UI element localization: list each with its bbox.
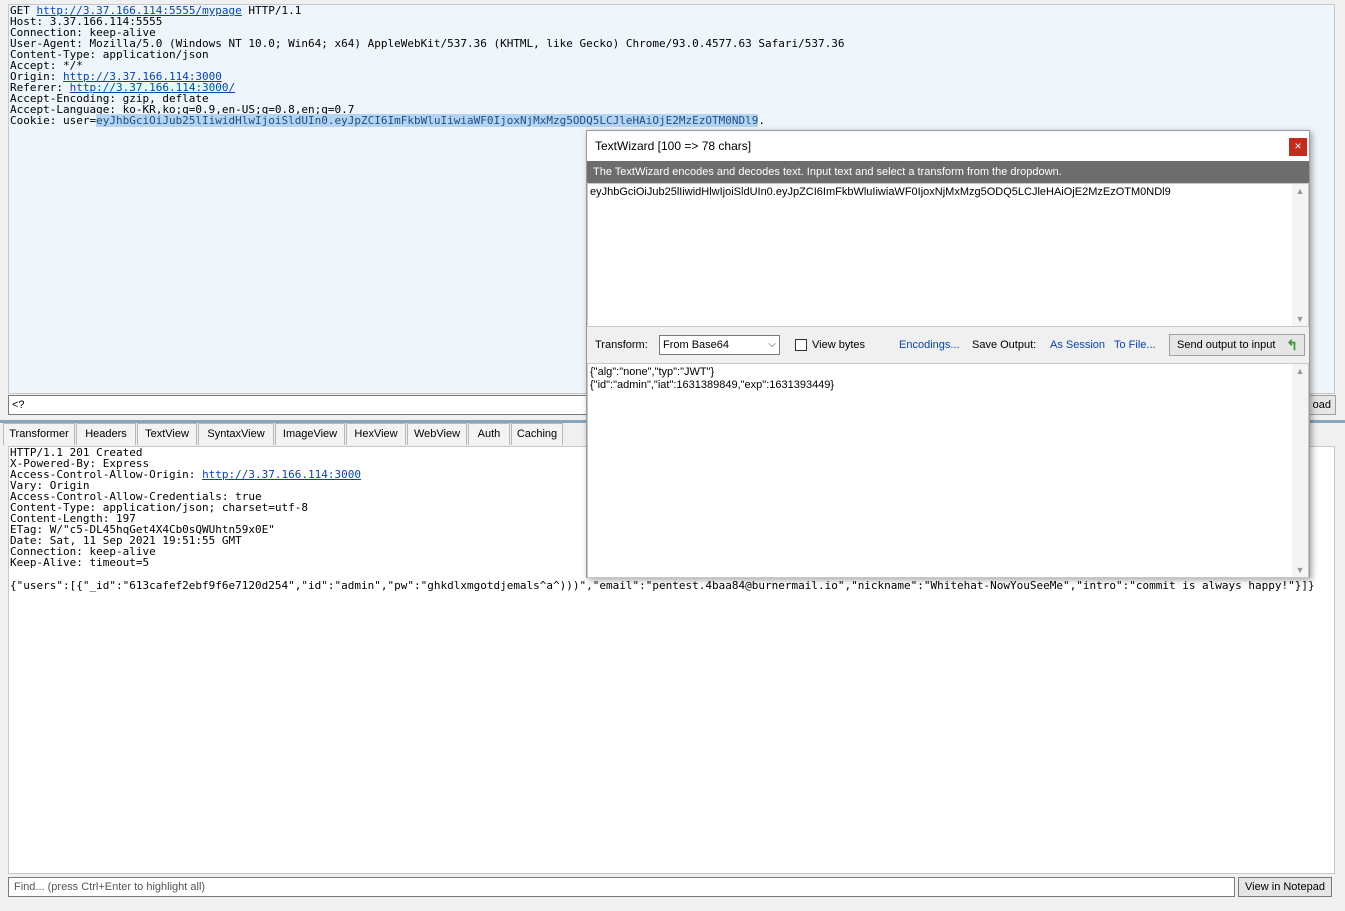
response-line-text: Keep-Alive: timeout=5 [10,556,150,569]
scroll-up-icon[interactable]: ▲ [1292,184,1308,198]
tab-syntaxview[interactable]: SyntaxView [198,423,274,445]
close-icon[interactable]: × [1289,138,1307,156]
textwizard-input[interactable]: eyJhbGciOiJub25lIiwidHlwIjoiSldUIn0.eyJp… [587,183,1309,327]
textwizard-output[interactable]: {"alg":"none","typ":"JWT"} {"id":"admin",… [587,363,1309,578]
scroll-down-icon[interactable]: ▼ [1292,563,1308,577]
response-line-link[interactable]: http://3.37.166.114:3000 [202,468,361,481]
transform-label: Transform: [595,339,648,351]
encodings-link[interactable]: Encodings... [899,338,960,352]
output-line: {"id":"admin","iat":1631389849,"exp":163… [590,379,835,391]
cookie-suffix: . [758,114,765,127]
request-line: Host: 3.37.166.114:5555 [9,16,1334,27]
textwizard-output-lines: {"alg":"none","typ":"JWT"} {"id":"admin",… [590,366,1306,392]
tab-auth[interactable]: Auth [468,423,510,445]
tab-hexview[interactable]: HexView [346,423,406,445]
tab-headers[interactable]: Headers [76,423,136,445]
view-bytes-checkbox[interactable] [795,339,807,351]
cookie-selected-text[interactable]: eyJhbGciOiJub25lIiwidHlwIjoiSldUIn0.eyJp… [96,114,759,127]
transform-select[interactable]: From Base64 ⌵ [659,335,780,355]
send-output-label: Send output to input [1177,339,1276,351]
request-cookie-line: Cookie: user=eyJhbGciOiJub25lIiwidHlwIjo… [9,114,1334,127]
send-output-to-input-button[interactable]: Send output to input ↰ [1169,334,1305,356]
transform-value: From Base64 [663,339,730,351]
tab-caching[interactable]: Caching [511,423,563,445]
scroll-down-icon[interactable]: ▼ [1292,312,1308,326]
view-bytes-label: View bytes [812,339,865,351]
bottom-find-input[interactable]: Find... (press Ctrl+Enter to highlight a… [8,877,1235,897]
as-session-link[interactable]: As Session [1050,338,1105,352]
textwizard-description: The TextWizard encodes and decodes text.… [587,161,1309,183]
request-line: Content-Type: application/json [9,49,1334,60]
request-line: GET http://3.37.166.114:5555/mypage HTTP… [9,5,1334,16]
arrow-return-icon: ↰ [1286,337,1298,353]
request-lines: GET http://3.37.166.114:5555/mypage HTTP… [9,5,1334,115]
chevron-down-icon: ⌵ [768,339,776,350]
output-line: {"alg":"none","typ":"JWT"} [590,366,715,378]
output-scrollbar[interactable]: ▲ ▼ [1292,364,1308,577]
to-file-link[interactable]: To File... [1114,338,1156,352]
save-output-label: Save Output: [972,339,1037,351]
textwizard-dialog: TextWizard [100 => 78 chars] × The TextW… [586,130,1310,578]
textwizard-input-text: eyJhbGciOiJub25lIiwidHlwIjoiSldUIn0.eyJp… [590,186,1171,198]
tab-webview[interactable]: WebView [407,423,467,445]
textwizard-controls: Transform: From Base64 ⌵ View bytes Enco… [587,327,1309,363]
scroll-up-icon[interactable]: ▲ [1292,364,1308,378]
request-line-suffix: HTTP/1.1 [241,4,302,17]
cookie-prefix: Cookie: user= [10,114,97,127]
tab-transformer[interactable]: Transformer [3,423,75,445]
view-in-notepad-button[interactable]: View in Notepad [1238,877,1332,897]
input-scrollbar[interactable]: ▲ ▼ [1292,184,1308,326]
tab-imageview[interactable]: ImageView [275,423,345,445]
textwizard-title: TextWizard [100 => 78 chars] [587,131,1309,161]
tab-textview[interactable]: TextView [137,423,197,445]
response-body: {"users":[{"_id":"613cafef2ebf9f6e7120d2… [10,579,1315,592]
